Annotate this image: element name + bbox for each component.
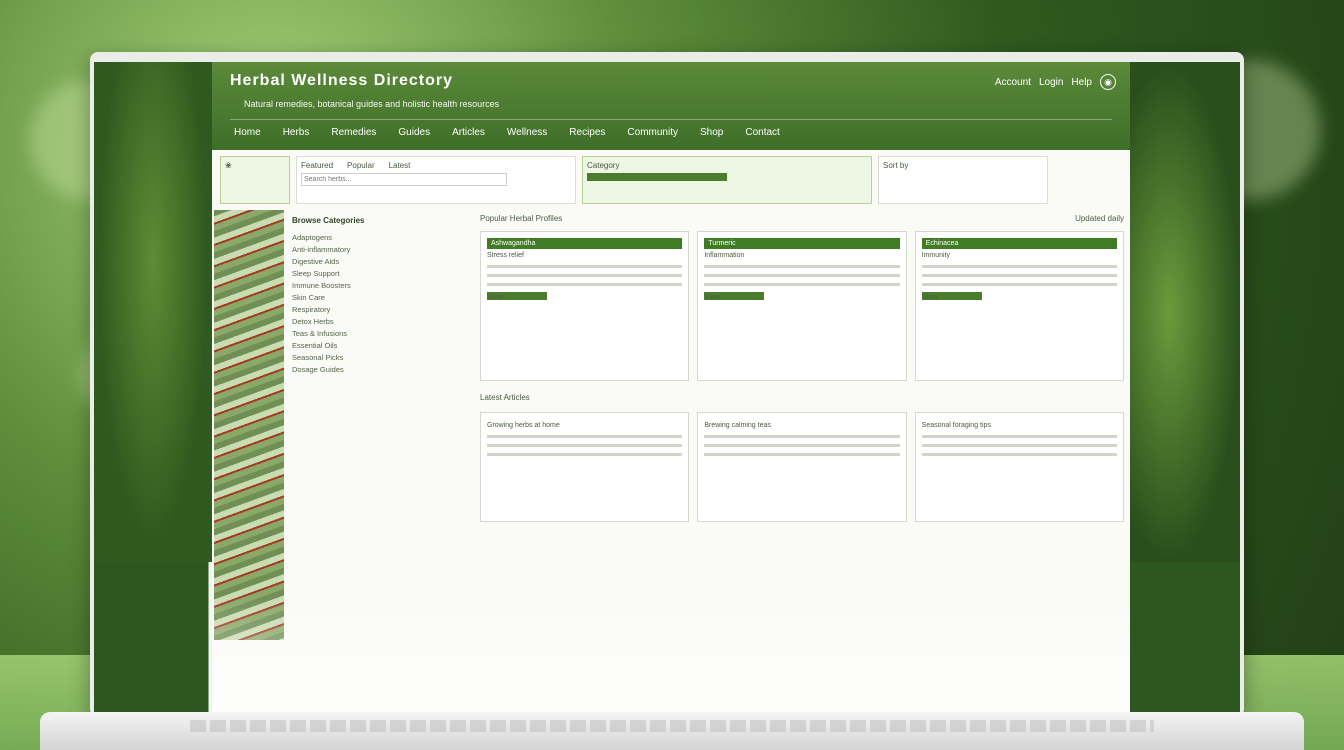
sidebar-item[interactable]: Digestive Aids — [292, 257, 466, 266]
card-button[interactable]: View — [921, 292, 982, 301]
site-header: Herbal Wellness Directory Account Login … — [212, 62, 1130, 150]
card-subtitle: Immunity — [921, 252, 951, 259]
site-tagline: Natural remedies, botanical guides and h… — [244, 99, 500, 109]
keyboard-keys — [190, 720, 1154, 732]
tab-popular[interactable]: Popular — [347, 161, 375, 170]
content-area: Browse Categories Adaptogens Anti-inflam… — [212, 210, 1130, 714]
sidebar-item[interactable]: Respiratory — [292, 305, 466, 314]
filter-label: Category — [587, 161, 620, 170]
menu-item-community[interactable]: Community — [623, 125, 682, 140]
card-subtitle: Stress relief — [487, 252, 524, 259]
article-card[interactable]: Growing herbs at home — [480, 412, 690, 522]
laptop-screen: Herbal Wellness Directory Account Login … — [90, 52, 1244, 717]
main-grid: Popular Herbal Profiles Updated daily As… — [474, 210, 1130, 714]
menu-item-shop[interactable]: Shop — [696, 125, 727, 140]
menu-item-articles[interactable]: Articles — [448, 125, 489, 140]
plant-image-left — [94, 62, 212, 562]
menu-item-contact[interactable]: Contact — [741, 125, 783, 140]
sidebar-item[interactable]: Teas & Infusions — [292, 329, 466, 338]
menu-item-wellness[interactable]: Wellness — [503, 125, 551, 140]
sidebar-item[interactable]: Immune Boosters — [292, 281, 466, 290]
sidebar-heading: Browse Categories — [292, 216, 365, 225]
herb-photo — [214, 210, 284, 640]
tab-featured[interactable]: Featured — [301, 161, 333, 170]
card-button[interactable]: View — [487, 292, 547, 301]
toolbar: ❀ Featured Popular Latest Category Sort … — [212, 150, 1130, 210]
sidebar-item[interactable]: Seasonal Picks — [292, 353, 466, 362]
article-title: Growing herbs at home — [487, 422, 560, 429]
card-title: Ashwagandha — [487, 238, 683, 249]
tab-latest[interactable]: Latest — [389, 161, 411, 170]
sidebar-item[interactable]: Adaptogens — [292, 233, 466, 242]
section-title: Popular Herbal Profiles — [480, 214, 563, 223]
logo-icon: ❀ — [225, 161, 232, 170]
lower-section-title: Latest Articles — [480, 393, 530, 402]
herb-card[interactable]: Turmeric Inflammation View — [697, 231, 907, 381]
card-title: Echinacea — [921, 238, 1117, 249]
menu-item-remedies[interactable]: Remedies — [327, 125, 380, 140]
menu-item-guides[interactable]: Guides — [394, 125, 434, 140]
filter-card: Category — [582, 156, 872, 204]
sidebar-item[interactable]: Detox Herbs — [292, 317, 466, 326]
herb-card[interactable]: Echinacea Immunity View — [914, 231, 1124, 381]
sidebar-item[interactable]: Skin Care — [292, 293, 466, 302]
article-title: Brewing calming teas — [704, 422, 771, 429]
laptop-keyboard-base — [40, 712, 1304, 750]
sort-label: Sort by — [883, 161, 909, 170]
top-link-account[interactable]: Account — [995, 77, 1031, 88]
plant-image-right — [1122, 62, 1240, 562]
logo-card[interactable]: ❀ — [220, 156, 290, 204]
menu-item-home[interactable]: Home — [230, 125, 265, 140]
menu-item-recipes[interactable]: Recipes — [565, 125, 609, 140]
filter-bar[interactable] — [587, 173, 727, 181]
main-menu: Home Herbs Remedies Guides Articles Well… — [230, 119, 1112, 144]
card-subtitle: Inflammation — [704, 252, 745, 259]
article-title: Seasonal foraging tips — [921, 422, 991, 429]
menu-item-herbs[interactable]: Herbs — [279, 125, 314, 140]
category-sidebar: Browse Categories Adaptogens Anti-inflam… — [284, 210, 474, 714]
tabs-card: Featured Popular Latest — [296, 156, 576, 204]
site-title[interactable]: Herbal Wellness Directory — [230, 72, 453, 90]
card-title: Turmeric — [704, 238, 900, 249]
sidebar-item[interactable]: Anti-inflammatory — [292, 245, 466, 254]
herb-card[interactable]: Ashwagandha Stress relief View — [480, 231, 690, 381]
search-input[interactable] — [301, 173, 507, 186]
top-links: Account Login Help ◉ — [995, 74, 1116, 90]
top-link-login[interactable]: Login — [1039, 77, 1063, 88]
section-meta: Updated daily — [1075, 214, 1124, 223]
card-button[interactable]: View — [704, 292, 765, 301]
sidebar-item[interactable]: Essential Oils — [292, 341, 466, 350]
screen-area: Herbal Wellness Directory Account Login … — [94, 62, 1240, 714]
top-link-help[interactable]: Help — [1071, 77, 1092, 88]
article-card[interactable]: Seasonal foraging tips — [914, 412, 1124, 522]
sidebar-item[interactable]: Dosage Guides — [292, 365, 466, 374]
sidebar-item[interactable]: Sleep Support — [292, 269, 466, 278]
webpage: Herbal Wellness Directory Account Login … — [212, 62, 1130, 714]
sort-card: Sort by — [878, 156, 1048, 204]
user-icon[interactable]: ◉ — [1100, 74, 1116, 90]
article-card[interactable]: Brewing calming teas — [697, 412, 907, 522]
